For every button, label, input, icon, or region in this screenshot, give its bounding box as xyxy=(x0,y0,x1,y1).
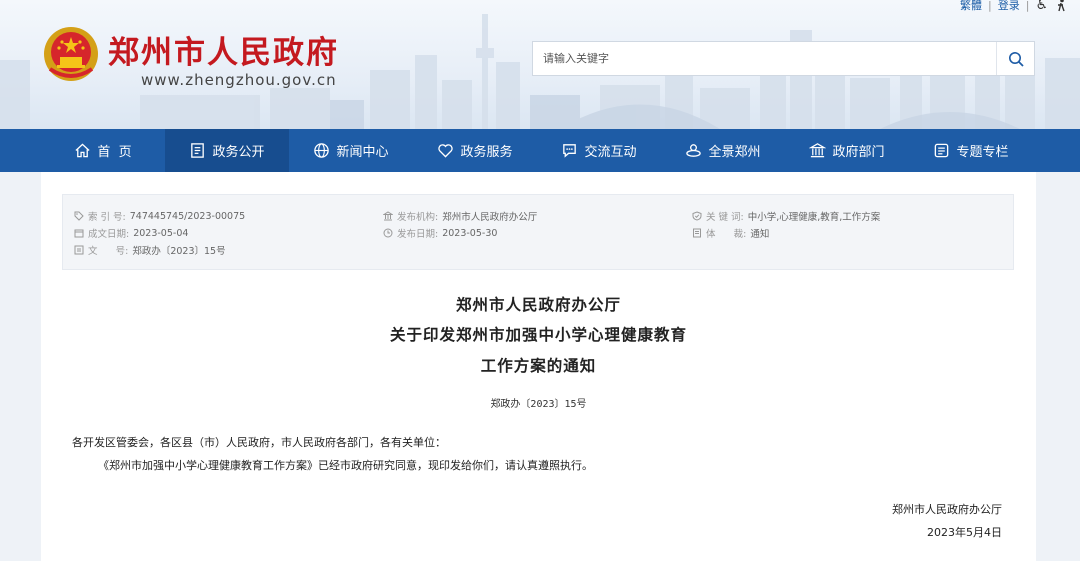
tag-icon xyxy=(74,211,84,221)
heart-icon xyxy=(438,144,454,158)
home-icon xyxy=(75,143,90,158)
panorama-icon xyxy=(686,144,702,157)
institution-icon xyxy=(383,211,393,221)
accessibility-icon[interactable]: ♿ xyxy=(1035,0,1048,13)
list-icon xyxy=(935,143,949,158)
document-signature: 郑州市人民政府办公厅 xyxy=(892,503,1002,516)
meta-index-number: 索 引 号: 747445745/2023-00075 xyxy=(74,209,245,223)
document-icon xyxy=(191,143,205,158)
nav-item-government-departments[interactable]: 政府部门 xyxy=(785,129,909,172)
document-number-icon xyxy=(74,245,84,255)
nav-item-government-affairs-open[interactable]: 政务公开 xyxy=(165,129,289,172)
traditional-chinese-link[interactable]: 繁體 xyxy=(960,0,982,13)
building-icon xyxy=(809,143,827,158)
search-input[interactable] xyxy=(533,42,996,75)
header-banner: 繁體 | 登录 | ♿ 郑州市人民政府 www.zhengzhou.gov.cn xyxy=(0,0,1080,129)
calendar-icon xyxy=(74,229,84,238)
globe-icon xyxy=(314,143,330,158)
separator: | xyxy=(1025,0,1030,12)
meta-publish-date: 发布日期: 2023-05-30 xyxy=(383,226,497,240)
nav-item-label: 政府部门 xyxy=(832,145,885,160)
search-icon xyxy=(1008,51,1024,67)
separator: | xyxy=(988,0,992,12)
site-title: 郑州市人民政府 xyxy=(108,35,339,71)
meta-keywords: 关 键 词: 中小学,心理健康,教育,工作方案 xyxy=(692,209,880,223)
elder-mode-icon[interactable] xyxy=(1054,0,1068,12)
login-link[interactable]: 登录 xyxy=(998,0,1020,13)
search-box xyxy=(532,41,1035,76)
document-title-line-2: 关于印发郑州市加强中小学心理健康教育 xyxy=(389,325,687,344)
meta-created-date: 成文日期: 2023-05-04 xyxy=(74,226,188,240)
clock-icon xyxy=(383,228,393,238)
document-salutation: 各开发区管委会，各区县（市）人民政府，市人民政府各部门，各有关单位： xyxy=(72,436,446,449)
site-url: www.zhengzhou.gov.cn xyxy=(141,71,337,89)
nav-item-label: 全景郑州 xyxy=(708,145,761,160)
document-body: 《郑州市加强中小学心理健康教育工作方案》已经市政府研究同意，现印发给你们，请认真… xyxy=(98,459,593,472)
document-title-line-3: 工作方案的通知 xyxy=(480,356,597,375)
nav-item-home[interactable]: 首 页 xyxy=(41,129,165,172)
search-button[interactable] xyxy=(996,42,1034,75)
document-number: 郑政办〔2023〕15号 xyxy=(490,399,587,410)
chat-icon xyxy=(563,144,577,158)
nav-item-panorama[interactable]: 全景郑州 xyxy=(661,129,785,172)
nav-item-label: 专题专栏 xyxy=(956,145,1009,160)
document-title-line-1: 郑州市人民政府办公厅 xyxy=(455,295,621,314)
nav-item-special-topics[interactable]: 专题专栏 xyxy=(909,129,1033,172)
nav-item-label: 首 页 xyxy=(97,145,132,160)
article-content: 索 引 号: 747445745/2023-00075 成文日期: 2023-0… xyxy=(41,172,1036,561)
nav-item-label: 政务服务 xyxy=(460,145,513,160)
top-links: 繁體 | 登录 | ♿ xyxy=(960,0,1068,13)
main-nav: 首 页 政务公开 新闻中心 政务服务 交流互动 全景郑州 政府部门 专题专栏 xyxy=(0,129,1080,172)
meta-genre: 体 裁: 通知 xyxy=(692,226,769,240)
nav-item-label: 政务公开 xyxy=(212,145,265,160)
nav-item-label: 交流互动 xyxy=(584,145,637,160)
shield-check-icon xyxy=(692,211,702,221)
nav-item-government-services[interactable]: 政务服务 xyxy=(413,129,537,172)
document-date: 2023年5月4日 xyxy=(927,526,1002,539)
meta-document-number: 文 号: 郑政办〔2023〕15号 xyxy=(74,243,226,257)
nav-item-label: 新闻中心 xyxy=(336,145,389,160)
national-emblem-logo xyxy=(44,27,98,81)
nav-item-news-center[interactable]: 新闻中心 xyxy=(289,129,413,172)
meta-issuing-agency: 发布机构: 郑州市人民政府办公厅 xyxy=(383,209,537,223)
file-icon xyxy=(693,228,701,238)
nav-item-interaction[interactable]: 交流互动 xyxy=(537,129,661,172)
document-metadata: 索 引 号: 747445745/2023-00075 成文日期: 2023-0… xyxy=(62,194,1014,270)
